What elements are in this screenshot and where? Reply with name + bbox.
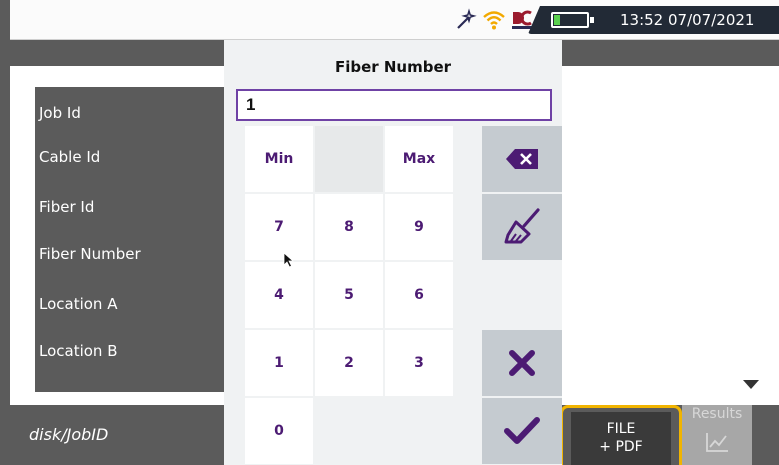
screen: 13:52 07/07/2021 Job Id Cable Id Fiber I… — [10, 0, 779, 465]
blank-key — [315, 126, 383, 192]
battery-level-fill — [554, 15, 560, 25]
fiber-number-dialog: Fiber Number Min Max 7 8 9 — [224, 40, 562, 465]
results-button[interactable]: Results — [682, 405, 752, 465]
key-8[interactable]: 8 — [315, 194, 383, 260]
max-key[interactable]: Max — [385, 126, 453, 192]
mouse-pointer-icon — [283, 252, 295, 268]
file-pdf-line2: + PDF — [599, 439, 643, 455]
fiber-id-label[interactable]: Fiber Id — [39, 198, 94, 216]
dialog-title: Fiber Number — [334, 58, 452, 76]
location-a-label[interactable]: Location A — [39, 295, 117, 313]
file-pdf-label: FILE + PDF — [571, 412, 671, 465]
clear-button[interactable] — [482, 194, 562, 260]
key-0[interactable]: 0 — [245, 398, 313, 464]
scroll-down-icon[interactable] — [743, 380, 759, 389]
backspace-icon — [506, 149, 538, 169]
key-1[interactable]: 1 — [245, 330, 313, 396]
key-7[interactable]: 7 — [245, 194, 313, 260]
key-9[interactable]: 9 — [385, 194, 453, 260]
backspace-button[interactable] — [482, 126, 562, 192]
battery-icon — [551, 12, 589, 28]
key-4[interactable]: 4 — [245, 262, 313, 328]
cancel-button[interactable] — [482, 330, 562, 396]
battery-tip — [590, 17, 594, 23]
file-path-label: disk/JobID — [29, 425, 109, 444]
status-bar: 13:52 07/07/2021 — [10, 0, 779, 40]
fiber-number-input[interactable] — [236, 89, 552, 121]
fiber-number-label[interactable]: Fiber Number — [39, 245, 141, 263]
cancel-x-icon — [509, 350, 535, 376]
key-6[interactable]: 6 — [385, 262, 453, 328]
location-b-label[interactable]: Location B — [39, 342, 118, 360]
file-pdf-line1: FILE — [606, 421, 636, 437]
file-pdf-button[interactable]: FILE + PDF — [560, 405, 682, 465]
key-2[interactable]: 2 — [315, 330, 383, 396]
results-label: Results — [691, 406, 743, 422]
battery-indicator — [528, 6, 608, 34]
cable-id-label[interactable]: Cable Id — [39, 148, 100, 166]
min-key[interactable]: Min — [245, 126, 313, 192]
confirm-button[interactable] — [482, 398, 562, 464]
key-3[interactable]: 3 — [385, 330, 453, 396]
wifi-icon — [483, 11, 505, 30]
results-chart-icon — [706, 433, 728, 452]
field-label-panel: Job Id Cable Id Fiber Id Fiber Number Lo… — [35, 87, 235, 392]
status-icons — [454, 8, 534, 32]
clock: 13:52 07/07/2021 — [608, 6, 779, 34]
clear-broom-icon — [504, 208, 540, 244]
device-frame: 13:52 07/07/2021 Job Id Cable Id Fiber I… — [0, 0, 779, 465]
magic-wand-icon — [457, 8, 477, 29]
key-5[interactable]: 5 — [315, 262, 383, 328]
confirm-check-icon — [504, 417, 540, 444]
job-id-label[interactable]: Job Id — [39, 104, 81, 122]
